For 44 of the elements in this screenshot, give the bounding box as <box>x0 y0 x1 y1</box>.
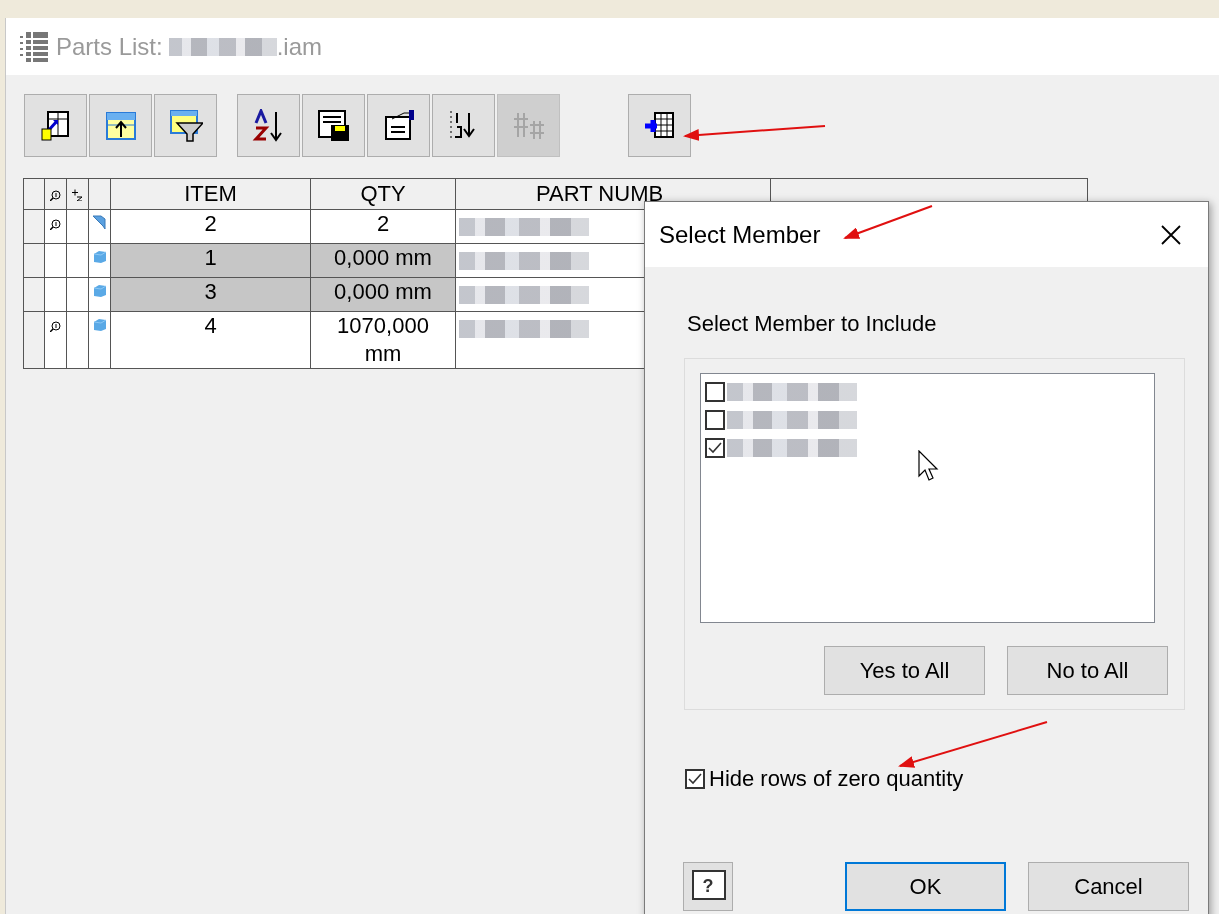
cancel-button[interactable]: Cancel <box>1028 862 1189 911</box>
sheet-icon <box>93 215 106 230</box>
checkbox[interactable] <box>705 438 725 458</box>
item-number: 4 <box>204 312 217 340</box>
cube-icon <box>92 284 107 298</box>
toolbar-button[interactable] <box>367 94 430 157</box>
toolbar-button[interactable] <box>24 94 87 157</box>
item-number: 2 <box>204 210 217 238</box>
close-icon <box>1160 223 1182 246</box>
window-title: Parts List: <box>56 32 163 61</box>
toolbar-button[interactable] <box>154 94 217 157</box>
row-header[interactable] <box>23 243 45 278</box>
checkbox[interactable] <box>705 382 725 402</box>
no-to-all-button[interactable]: No to All <box>1007 646 1168 695</box>
quantity: 0,000 mm <box>334 278 432 306</box>
prompt-label: Select Member to Include <box>687 311 937 337</box>
yes-to-all-button[interactable]: Yes to All <box>824 646 985 695</box>
parts-list-icon <box>20 29 50 64</box>
row-header[interactable] <box>23 311 45 369</box>
checkbox-label: Hide rows of zero quantity <box>709 766 964 792</box>
toolbar-button[interactable] <box>302 94 365 157</box>
toolbar-button[interactable] <box>628 94 691 157</box>
quantity: 0,000 mm <box>334 244 432 272</box>
sort-toggle-icon <box>72 189 83 201</box>
row-header[interactable] <box>23 209 45 244</box>
window-title: .iam <box>276 32 323 61</box>
toolbar-button[interactable] <box>237 94 300 157</box>
quantity: 2 <box>376 210 390 238</box>
ok-button[interactable]: OK <box>845 862 1006 911</box>
item-number: 3 <box>204 278 217 306</box>
dialog-title: Select Member <box>659 220 821 249</box>
mouse-cursor-icon <box>918 450 939 482</box>
cube-icon <box>92 318 107 332</box>
toolbar-button[interactable] <box>432 94 495 157</box>
help-button[interactable]: ? <box>683 862 733 911</box>
cube-icon <box>92 250 107 264</box>
checkbox[interactable] <box>705 410 725 430</box>
magnifier-icon <box>50 190 61 201</box>
row-header[interactable] <box>23 277 45 312</box>
quantity: 1070,000 mm <box>337 312 429 368</box>
save-table-icon <box>316 108 351 143</box>
filter-icon <box>168 108 203 143</box>
item-number: 1 <box>204 244 217 272</box>
checkbox[interactable] <box>685 769 705 789</box>
